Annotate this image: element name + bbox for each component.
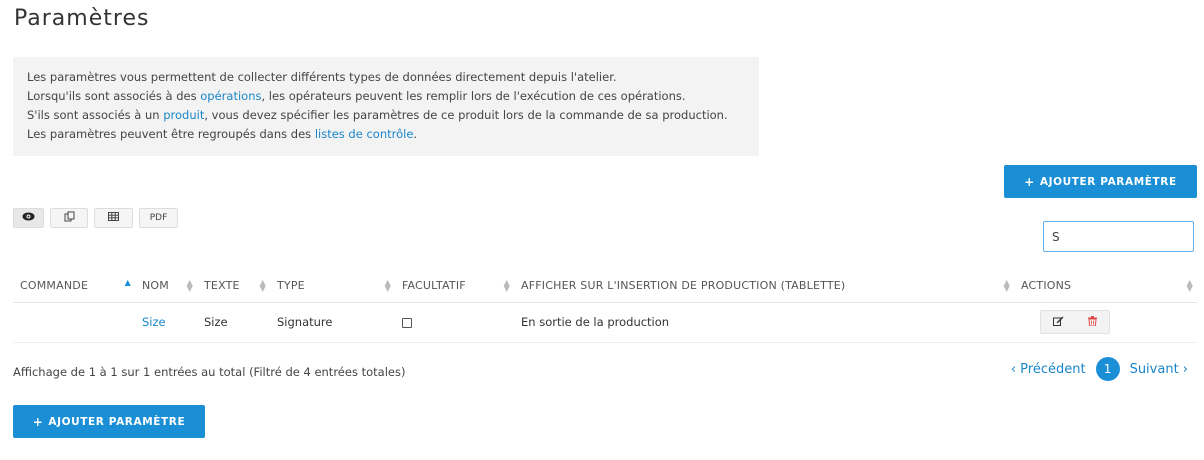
next-page-link[interactable]: Suivant › (1130, 362, 1188, 377)
page-title: Paramètres (14, 6, 150, 31)
eye-icon (22, 212, 35, 224)
col-actions-label: ACTIONS (1021, 279, 1072, 293)
sort-icon: ▲ ▼ (259, 278, 266, 293)
plus-icon: + (1024, 174, 1035, 189)
col-display[interactable]: AFFICHER SUR L'INSERTION DE PRODUCTION (… (514, 270, 1014, 303)
edit-button[interactable] (1041, 311, 1075, 333)
sort-icon: ▲ ▼ (384, 278, 391, 293)
col-order-label: COMMANDE (20, 279, 89, 293)
col-display-label: AFFICHER SUR L'INSERTION DE PRODUCTION (… (521, 279, 846, 293)
parameter-name-link[interactable]: Size (142, 315, 166, 329)
info-line: Les paramètres vous permettent de collec… (27, 70, 617, 84)
info-box: Les paramètres vous permettent de collec… (13, 57, 759, 156)
sort-icon: ▲ ▼ (1003, 278, 1010, 293)
cell-text: Size (197, 302, 270, 343)
table-summary: Affichage de 1 à 1 sur 1 entrées au tota… (13, 365, 406, 379)
trash-icon (1087, 315, 1097, 329)
prev-page-link[interactable]: ‹ Précédent (1011, 362, 1086, 377)
delete-button[interactable] (1075, 311, 1109, 333)
cell-type: Signature (270, 302, 395, 343)
col-text[interactable]: TEXTE ▲ ▼ (197, 270, 270, 303)
column-visibility-button[interactable] (13, 208, 44, 228)
page-1-button[interactable]: 1 (1095, 357, 1120, 381)
col-order[interactable]: COMMANDE ▲ (13, 270, 135, 303)
product-link[interactable]: produit (163, 108, 204, 122)
sort-asc-icon: ▲ (124, 278, 131, 287)
info-text: S'ils sont associés à un (27, 108, 164, 122)
plus-icon: + (32, 414, 44, 429)
info-text: , vous devez spécifier les paramètres de… (204, 108, 728, 122)
optional-checkbox[interactable] (402, 317, 412, 328)
operations-link[interactable]: opérations (200, 89, 261, 103)
cell-order (13, 302, 135, 343)
info-text: Les paramètres peuvent être regroupés da… (27, 127, 315, 141)
col-actions[interactable]: ACTIONS ▲ ▼ (1014, 270, 1197, 303)
info-text: . (413, 127, 418, 141)
search-input[interactable] (1043, 221, 1194, 252)
cell-display: En sortie de la production (514, 302, 1014, 343)
sort-icon: ▲ ▼ (1186, 278, 1193, 293)
cell-optional (395, 302, 514, 343)
col-optional[interactable]: FACULTATIF ▲ ▼ (395, 270, 514, 303)
col-type[interactable]: TYPE ▲ ▼ (270, 270, 395, 303)
copy-icon (64, 211, 75, 225)
table-header-row: COMMANDE ▲ NOM ▲ ▼ TEXTE ▲ ▼ TYPE ▲ ▼ FACULTATI… (13, 270, 1197, 303)
col-optional-label: FACULTATIF (402, 279, 466, 293)
col-text-label: TEXTE (204, 279, 240, 293)
add-parameter-label: AJOUTER PARAMÈTRE (48, 415, 186, 428)
col-name[interactable]: NOM ▲ ▼ (135, 270, 197, 303)
info-line: Lorsqu'ils sont associés à des opération… (27, 87, 759, 106)
cell-name: Size (135, 302, 197, 343)
info-text: , les opérateurs peuvent les remplir lor… (261, 89, 686, 103)
edit-icon (1052, 316, 1064, 329)
pagination: ‹ Précédent 1 Suivant › (1011, 357, 1188, 381)
copy-button[interactable] (50, 208, 88, 228)
cell-actions (1014, 302, 1197, 343)
info-text: Lorsqu'ils sont associés à des (27, 89, 201, 103)
sort-icon: ▲ ▼ (186, 278, 193, 293)
parameters-table: COMMANDE ▲ NOM ▲ ▼ TEXTE ▲ ▼ TYPE ▲ ▼ FACULTATI… (13, 270, 1197, 343)
add-parameter-button[interactable]: + AJOUTER PARAMÈTRE (1004, 165, 1197, 198)
info-line: S'ils sont associés à un produit, vous d… (27, 106, 759, 125)
table-row: Size Size Signature En sortie de la prod… (13, 302, 1197, 343)
col-name-label: NOM (142, 279, 169, 293)
checklists-link[interactable]: listes de contrôle (315, 127, 414, 141)
add-parameter-label: AJOUTER PARAMÈTRE (1039, 175, 1177, 188)
export-excel-button[interactable] (94, 208, 133, 228)
export-pdf-button[interactable]: PDF (139, 208, 178, 228)
table-icon (108, 212, 119, 224)
col-type-label: TYPE (277, 279, 305, 293)
row-actions (1040, 310, 1110, 334)
info-line: Les paramètres peuvent être regroupés da… (27, 125, 759, 144)
add-parameter-button[interactable]: + AJOUTER PARAMÈTRE (13, 405, 205, 438)
sort-icon: ▲ ▼ (503, 278, 510, 293)
